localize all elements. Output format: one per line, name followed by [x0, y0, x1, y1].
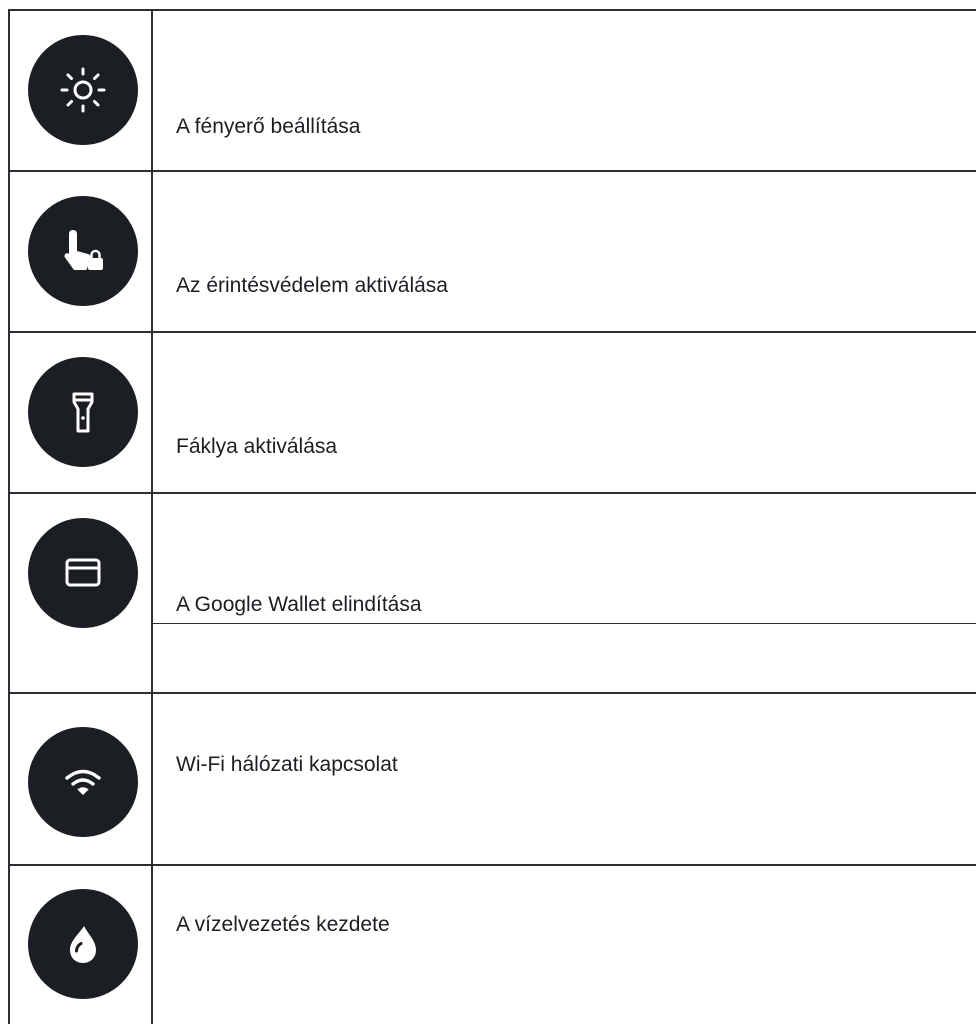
table-border-top — [8, 9, 976, 11]
column-divider — [151, 9, 153, 1024]
row-label-touch-protection: Az érintésvédelem aktiválása — [176, 274, 448, 297]
water-drop-icon — [28, 889, 138, 999]
row-label-wifi: Wi-Fi hálózati kapcsolat — [176, 753, 398, 776]
wifi-icon — [28, 727, 138, 837]
row-divider — [8, 864, 976, 866]
row-divider — [8, 331, 976, 333]
touch-lock-icon — [28, 196, 138, 306]
row-label-google-wallet: A Google Wallet elindítása — [176, 593, 422, 616]
brightness-icon — [28, 35, 138, 145]
row-divider — [8, 492, 976, 494]
flashlight-icon — [28, 357, 138, 467]
wallet-card-icon — [28, 518, 138, 628]
table-border-left — [8, 9, 10, 1024]
row-divider — [8, 170, 976, 172]
row-label-water-drain: A vízelvezetés kezdete — [176, 913, 390, 936]
cell-inner-divider — [152, 623, 976, 624]
row-label-torch: Fáklya aktiválása — [176, 435, 338, 458]
row-label-brightness: A fényerő beállítása — [176, 115, 361, 138]
row-divider — [8, 692, 976, 694]
